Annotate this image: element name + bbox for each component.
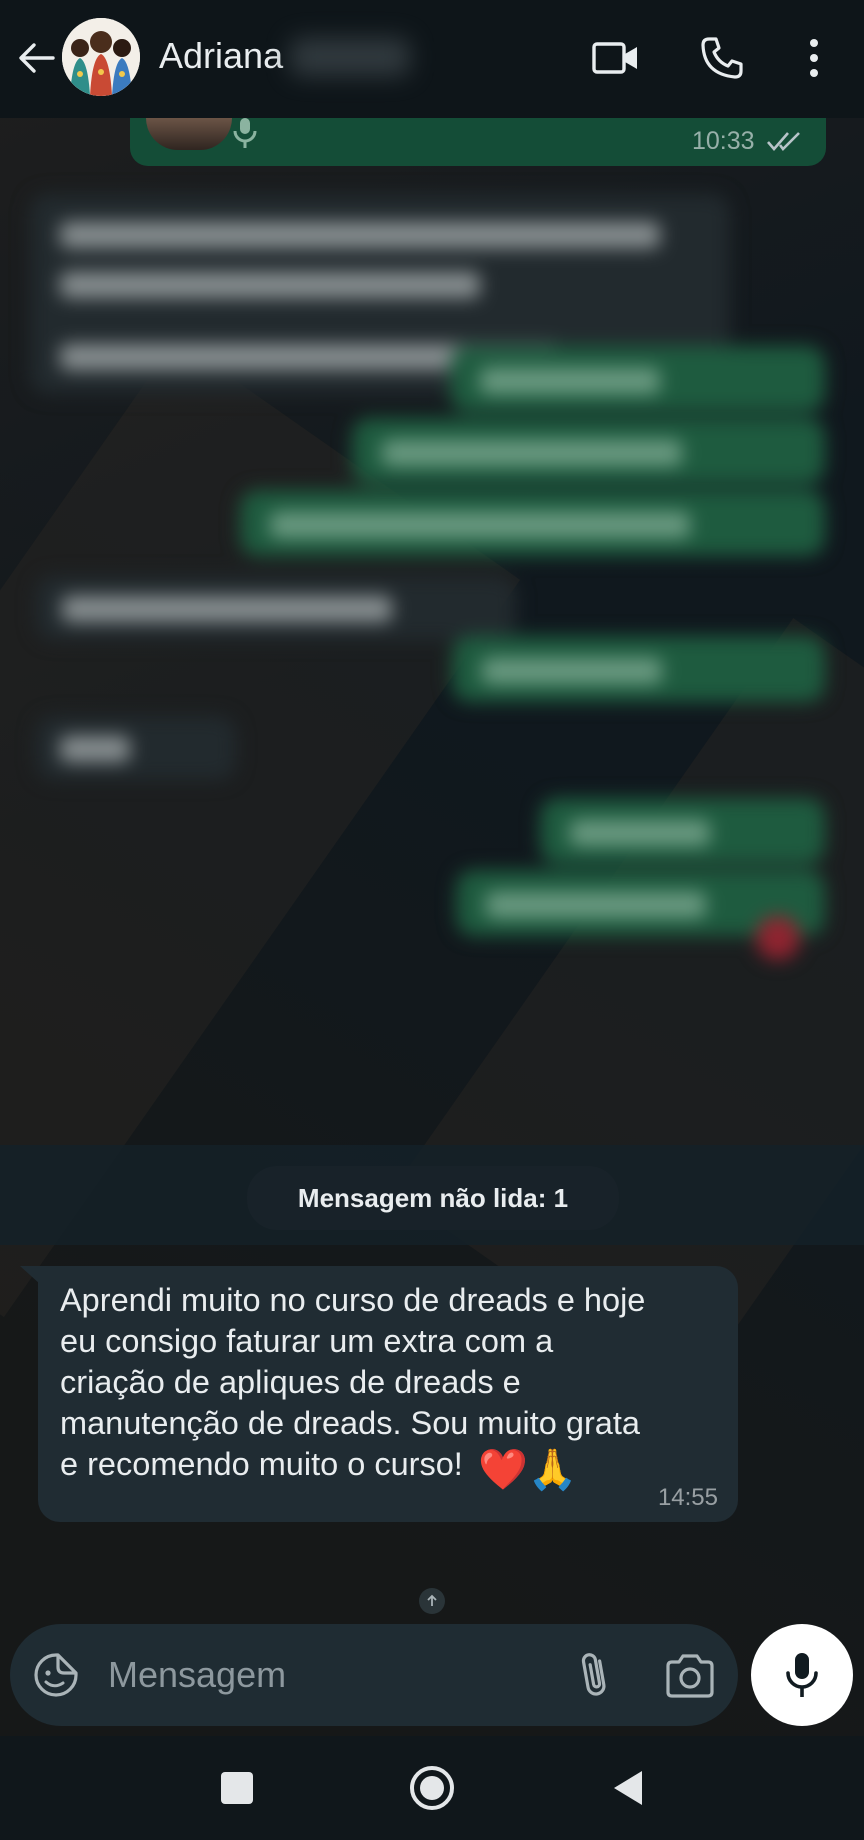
message-time: 14:55 [657, 1484, 718, 1511]
system-nav-bar [0, 1736, 864, 1840]
more-vert-icon[interactable] [786, 30, 842, 86]
message-time: 10:33 [692, 127, 755, 155]
back-triangle-icon[interactable] [600, 1760, 656, 1816]
blurred-outgoing-bubble [452, 636, 825, 702]
microphone-icon[interactable] [751, 1624, 853, 1726]
contact-name[interactable]: Adriana [159, 34, 283, 78]
message-emoji: ❤️🙏 [478, 1448, 578, 1492]
message-input[interactable] [106, 1650, 466, 1700]
scroll-up-indicator[interactable] [419, 1588, 445, 1614]
message-composer [10, 1624, 738, 1726]
blurred-history [0, 118, 864, 1088]
blurred-reaction [756, 916, 800, 960]
arrow-left-icon[interactable] [12, 34, 60, 82]
mic-icon [232, 118, 258, 155]
arrow-up-icon [427, 1594, 437, 1606]
recents-square-icon[interactable] [209, 1760, 265, 1816]
bubble-tail [20, 1266, 40, 1284]
video-call-icon[interactable] [588, 30, 644, 86]
paperclip-icon[interactable] [570, 1648, 620, 1702]
blurred-outgoing-bubble [352, 418, 825, 484]
blurred-outgoing-bubble [450, 346, 825, 412]
contact-avatar[interactable] [62, 18, 140, 96]
phone-icon[interactable] [694, 30, 750, 86]
blurred-outgoing-bubble [240, 490, 825, 556]
read-receipt-icon [766, 130, 804, 157]
sticker-emoji-icon[interactable] [32, 1651, 80, 1699]
blurred-incoming-bubble [36, 716, 236, 780]
incoming-message-bubble[interactable]: Aprendi muito no curso de dreads e hoje … [38, 1266, 738, 1522]
chat-header: Adriana [0, 0, 864, 118]
unread-messages-divider: Mensagem não lida: 1 [247, 1166, 619, 1230]
blurred-incoming-bubble [36, 576, 516, 640]
home-circle-icon[interactable] [404, 1760, 460, 1816]
blurred-outgoing-bubble [540, 798, 825, 864]
redacted-surname [290, 38, 410, 76]
chat-screen: 10:33 Mensagem não lida: 1 Aprendi muito… [0, 0, 864, 1840]
camera-icon[interactable] [664, 1652, 716, 1700]
